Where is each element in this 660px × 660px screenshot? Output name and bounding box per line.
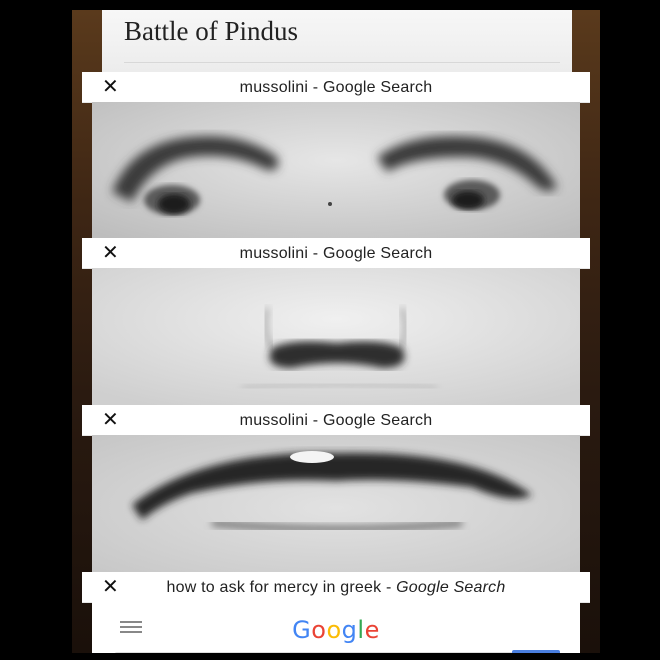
- google-logo-letter: l: [357, 616, 365, 644]
- tab-title: how to ask for mercy in greek - Google S…: [166, 579, 506, 596]
- page-title: Battle of Pindus: [124, 16, 298, 46]
- tab-switcher: Battle of Pindus ✕ mussolini - Google Se…: [72, 10, 600, 653]
- tab-header: ✕ mussolini - Google Search: [82, 238, 590, 269]
- search-button[interactable]: [512, 650, 560, 653]
- tab-header: ✕ how to ask for mercy in greek - Google…: [82, 572, 590, 603]
- tab-header: ✕ mussolini - Google Search: [82, 405, 590, 436]
- tab-card-1[interactable]: ✕ mussolini - Google Search: [72, 72, 600, 248]
- tab-preview-mouth: [92, 435, 580, 581]
- tab-card-4[interactable]: ✕ how to ask for mercy in greek - Google…: [72, 572, 600, 653]
- tab-preview-nose: [92, 268, 580, 414]
- google-logo-letter: o: [311, 616, 327, 644]
- tab-card-2[interactable]: ✕ mussolini - Google Search: [72, 238, 600, 414]
- search-input[interactable]: [114, 652, 560, 653]
- divider: [124, 62, 560, 63]
- tab-title: mussolini - Google Search: [239, 412, 433, 429]
- tab-header: ✕ mussolini - Google Search: [82, 72, 590, 103]
- google-logo-letter: o: [326, 616, 342, 644]
- nose-image: [92, 268, 580, 414]
- google-logo: Google: [72, 616, 600, 644]
- tab-title: mussolini - Google Search: [239, 245, 433, 262]
- tab-card-3[interactable]: ✕ mussolini - Google Search: [72, 405, 600, 581]
- tab-preview-eyes: [92, 102, 580, 248]
- eyes-image: [92, 102, 580, 248]
- back-tab-page[interactable]: Battle of Pindus: [102, 10, 572, 72]
- google-logo-letter: e: [364, 616, 380, 644]
- mouth-image: [92, 435, 580, 581]
- google-logo-letter: G: [292, 616, 312, 644]
- tab-title: mussolini - Google Search: [239, 79, 433, 96]
- google-logo-letter: g: [341, 616, 358, 644]
